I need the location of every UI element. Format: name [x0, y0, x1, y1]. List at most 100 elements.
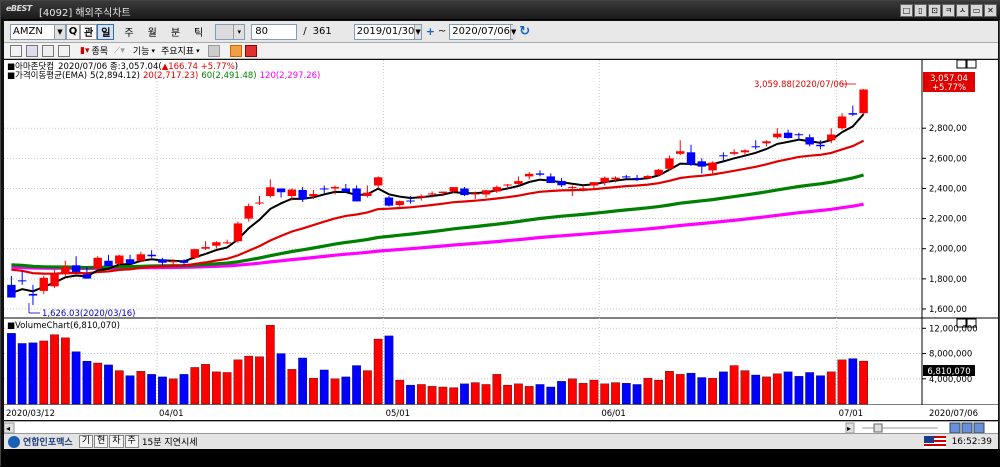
volume-bar	[783, 371, 793, 405]
count-input[interactable]: 80	[251, 23, 298, 40]
candle-body	[600, 177, 609, 183]
data-icon[interactable]	[229, 44, 242, 57]
volume-bar	[319, 369, 329, 405]
candle-body	[287, 189, 297, 196]
window-btn-s[interactable]: ㅅ	[956, 4, 969, 17]
candle-body	[298, 189, 307, 200]
function-menu[interactable]: 기능	[133, 44, 150, 57]
tab-period-month[interactable]: 월	[144, 24, 161, 40]
title-bar: eBEST [4092] 해외주식차트 □ ▯ ⊡ ㅋ ㅅ ▭ ✕	[1, 1, 1000, 20]
volume-bar	[719, 371, 728, 405]
volume-bar	[114, 370, 124, 405]
main-toolbar: AMZN ▼ Q 관 일 주 월 분 틱 ▾ 80 / 361 2019/01/…	[4, 21, 998, 43]
volume-bar	[632, 384, 642, 405]
candle-body	[28, 293, 38, 296]
candle-body	[168, 261, 178, 263]
indicator-menu[interactable]: 주요지표	[161, 44, 194, 57]
calendar-dropdown-icon[interactable]: ▼	[414, 24, 421, 39]
window-buttons: □ ▯ ⊡ ㅋ ㅅ ▭ ✕	[900, 4, 997, 17]
price-tick-label: 2,000,00	[929, 245, 967, 255]
volume-bar	[233, 359, 243, 405]
volume-bar	[772, 373, 782, 405]
window-icon[interactable]	[26, 44, 38, 57]
window-btn-restore[interactable]: □	[900, 4, 913, 17]
status-bar: 연합인포맥스 기 현 차 주 15분 지연시세 16:52:39	[4, 433, 998, 449]
volume-bar	[762, 376, 771, 405]
tab-period-minute[interactable]: 분	[167, 24, 184, 40]
status-tab-0[interactable]: 기	[78, 435, 93, 448]
candle-body	[589, 182, 599, 186]
chart-area[interactable]: 2,800,00 2,600,00 2,400,00 2,200,00 2,000,00…	[4, 59, 998, 420]
price-volume-chart[interactable]: 2,800,00 2,600,00 2,400,00 2,200,00 2,000,00…	[4, 59, 998, 406]
refresh-icon[interactable]: ↻	[519, 24, 530, 39]
volume-bar	[287, 369, 297, 405]
volume-bar	[82, 360, 92, 405]
calendar-dropdown-icon[interactable]: ▼	[509, 24, 517, 39]
close-button[interactable]: ✕	[984, 4, 997, 17]
end-date-picker[interactable]: 2020/07/06 ▼	[449, 23, 517, 40]
clock-time: 16:52:39	[951, 436, 992, 447]
candle-body	[751, 146, 760, 148]
candle-body	[309, 194, 318, 196]
candle-body	[395, 201, 404, 206]
candle-body	[82, 274, 92, 279]
chevron-down-icon[interactable]: ▾	[151, 47, 155, 55]
symbol-combo[interactable]: AMZN ▼	[10, 23, 66, 40]
candle-body	[827, 134, 836, 141]
status-tab-1[interactable]: 현	[93, 435, 109, 448]
volume-bar	[848, 358, 858, 405]
volume-bar	[524, 386, 534, 405]
candle-body	[632, 177, 642, 180]
us-flag-icon	[923, 435, 946, 448]
volume-bar	[449, 387, 459, 405]
tab-period-0[interactable]: 관	[80, 23, 98, 40]
volume-bar	[557, 381, 566, 405]
candle-body	[438, 191, 448, 193]
alert-icon[interactable]	[244, 44, 257, 57]
count-slash: /	[303, 26, 307, 37]
x-axis-label: 2020/03/12	[6, 409, 55, 419]
candle-body	[190, 249, 199, 258]
start-date-picker[interactable]: 2019/01/30 ▼	[353, 23, 422, 40]
symbol-menu[interactable]: 종목	[91, 44, 108, 57]
interval-combo[interactable]: ▾	[215, 23, 246, 40]
tab-period-tick[interactable]: 틱	[190, 24, 207, 40]
candle-body	[762, 141, 771, 144]
chevron-down-icon[interactable]: ▾	[196, 47, 200, 55]
volume-bar	[201, 364, 210, 405]
status-tab-2[interactable]: 차	[109, 435, 124, 448]
line-tool-icon[interactable]: ⟋▾	[114, 46, 125, 56]
chevron-down-icon[interactable]: ▼	[54, 24, 65, 39]
window-btn-link[interactable]: ⊡	[928, 4, 941, 17]
minimize-button[interactable]: ▭	[970, 4, 983, 17]
search-button[interactable]: Q	[66, 23, 80, 40]
candle-body	[773, 133, 782, 138]
zoom-in-icon[interactable]	[961, 422, 973, 434]
bar-chart-icon[interactable]: ▮▾	[80, 46, 89, 56]
chart-toolbar: ▮▾ 종목 ⟋▾ 기능 ▾ 주요지표 ▾	[4, 43, 998, 59]
candle-body	[622, 176, 631, 178]
zoom-slider-handle[interactable]	[873, 423, 883, 433]
candle-body	[384, 197, 394, 206]
plus-icon[interactable]: +	[426, 25, 435, 38]
save-icon[interactable]	[42, 44, 54, 57]
status-tab-3[interactable]: 주	[124, 435, 139, 448]
price-tick-label: 1,800,00	[929, 275, 967, 285]
x-axis-label: 04/01	[159, 409, 184, 419]
candle-body	[524, 173, 534, 177]
tab-period-week[interactable]: 주	[120, 24, 137, 40]
window-btn-k[interactable]: ㅋ	[942, 4, 955, 17]
interval-spin-icon[interactable]: ▾	[233, 24, 245, 39]
tab-period-day[interactable]: 일	[97, 23, 115, 40]
zoom-reset-icon[interactable]	[973, 422, 985, 434]
window-btn-page[interactable]: ▯	[914, 4, 927, 17]
chart-scrollbar[interactable]: ◂ ▸	[3, 421, 998, 434]
zoom-out-icon[interactable]	[949, 422, 961, 434]
print-icon[interactable]	[58, 44, 70, 57]
candle-body	[158, 259, 167, 263]
layout-icon[interactable]	[10, 44, 22, 57]
volume-bar	[341, 376, 351, 405]
low-annotation: 1,626.03(2020/03/16)	[42, 309, 135, 319]
candle-body	[665, 158, 674, 169]
blank-tool-icon[interactable]	[207, 44, 220, 57]
